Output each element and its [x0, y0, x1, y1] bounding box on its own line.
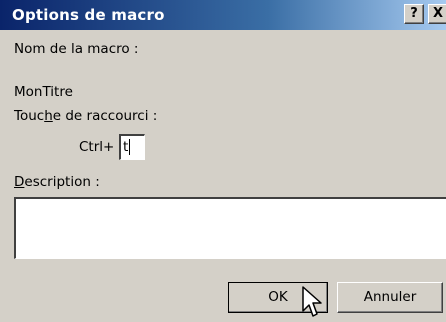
shortcut-key-value: t — [123, 139, 129, 155]
arrow-pointer-icon — [302, 286, 322, 317]
cancel-button[interactable]: Annuler — [337, 282, 443, 313]
macro-name-label: Nom de la macro : — [14, 41, 139, 57]
close-button[interactable]: X — [428, 4, 446, 24]
shortcut-label-pre: Touc — [14, 108, 45, 124]
macro-name-value: MonTitre — [14, 84, 73, 100]
description-label: Description : — [14, 174, 100, 190]
shortcut-label-post: e de raccourci : — [52, 108, 158, 124]
shortcut-label-accel: h — [44, 108, 53, 124]
shortcut-key-input[interactable]: t — [119, 134, 145, 160]
text-caret — [129, 139, 131, 155]
description-textarea[interactable] — [14, 197, 446, 259]
shortcut-label: Touche de raccourci : — [14, 108, 157, 124]
macro-options-dialog: Options de macro ? X Nom de la macro : M… — [0, 0, 446, 322]
help-button[interactable]: ? — [404, 4, 424, 24]
ctrl-prefix-label: Ctrl+ — [79, 139, 115, 155]
description-label-rest: escription : — [24, 174, 100, 190]
description-label-accel: D — [14, 174, 25, 190]
dialog-title: Options de macro — [12, 6, 165, 24]
title-bar[interactable]: Options de macro ? X — [0, 0, 446, 30]
